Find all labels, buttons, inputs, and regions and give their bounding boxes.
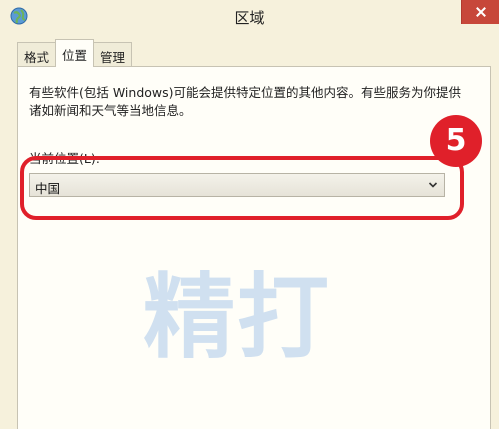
location-description: 有些软件(包括 Windows)可能会提供特定位置的其他内容。有些服务为你提供诸… <box>29 85 462 118</box>
tab-location[interactable]: 位置 <box>55 39 95 67</box>
watermark: 精打 <box>143 264 332 371</box>
tab-administrative[interactable]: 管理 <box>93 42 133 67</box>
step-badge: 5 <box>430 115 482 167</box>
close-icon[interactable] <box>461 0 499 24</box>
window-title: 区域 <box>234 9 265 27</box>
region-dialog: 区域 格式 位置 管理 有些软件(包括 Windows)可能会提供特定位置的其他… <box>0 0 499 429</box>
tab-bar: 格式 位置 管理 <box>17 39 133 67</box>
location-tab-panel: 有些软件(包括 Windows)可能会提供特定位置的其他内容。有些服务为你提供诸… <box>17 66 491 429</box>
tab-formats[interactable]: 格式 <box>17 42 57 67</box>
title-bar[interactable]: 区域 <box>0 0 499 34</box>
highlight-box <box>20 156 464 220</box>
